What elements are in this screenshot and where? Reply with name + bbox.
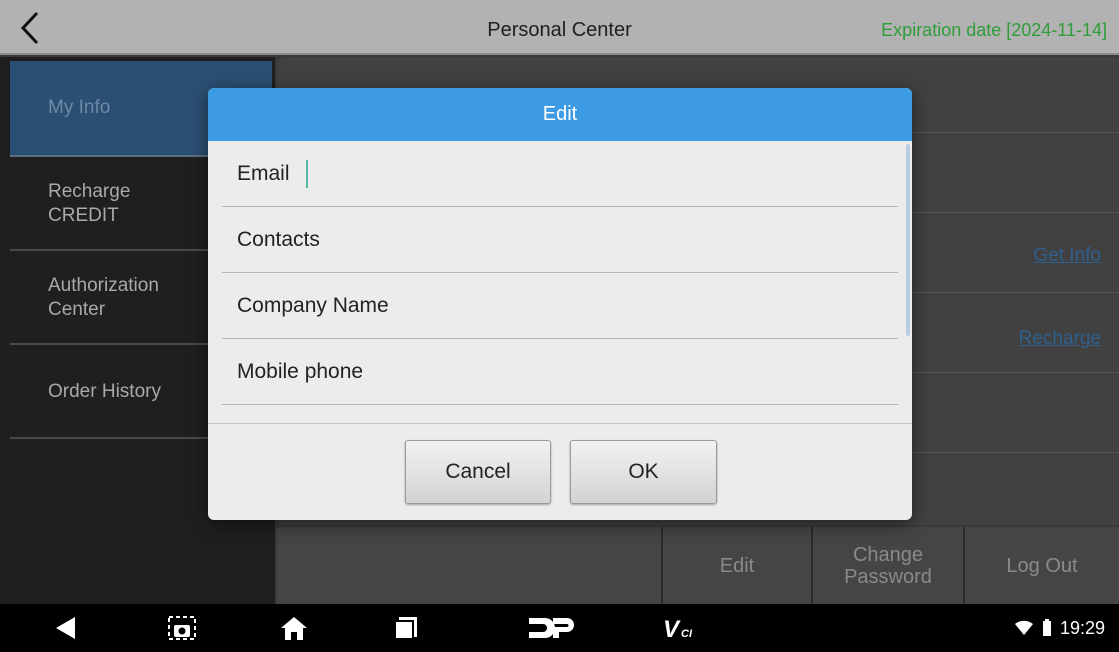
battery-icon — [1042, 619, 1051, 636]
action-bar: Edit Change Password Log Out — [277, 527, 1119, 604]
recent-apps-icon[interactable] — [384, 604, 428, 652]
clock: 19:29 — [1059, 617, 1105, 638]
company-name-field[interactable]: Company Name — [222, 273, 898, 339]
dialog-title: Edit — [208, 88, 912, 141]
recharge-link[interactable]: Recharge — [1019, 328, 1101, 350]
cancel-button[interactable]: Cancel — [405, 440, 551, 504]
text-cursor — [305, 159, 308, 188]
field-label: Company Name — [237, 293, 389, 317]
screen: Personal Center Expiration date [2024-11… — [0, 0, 1119, 652]
divider — [208, 423, 912, 424]
wifi-icon — [1014, 620, 1033, 635]
get-info-link[interactable]: Get Info — [1033, 245, 1101, 267]
email-field[interactable]: Email — [222, 141, 898, 207]
mobile-phone-field[interactable]: Mobile phone — [222, 339, 898, 405]
logout-button[interactable]: Log Out — [963, 527, 1119, 604]
back-triangle-icon[interactable] — [44, 604, 88, 652]
svg-text:V: V — [663, 616, 681, 641]
home-icon[interactable] — [272, 604, 316, 652]
edit-dialog: Edit Email Contacts Company Name Mobile … — [208, 88, 912, 520]
system-nav-bar: V CI 19:29 — [0, 604, 1119, 652]
dialog-scrollbar[interactable] — [906, 144, 910, 336]
contacts-field[interactable]: Contacts — [222, 207, 898, 273]
change-password-button[interactable]: Change Password — [811, 527, 963, 604]
sidebar-item-label: Recharge CREDIT — [48, 181, 131, 226]
dp-logo-icon[interactable] — [522, 604, 582, 652]
sidebar-item-label: Order History — [48, 381, 161, 402]
field-label: Contacts — [237, 227, 320, 251]
edit-button[interactable]: Edit — [661, 527, 811, 604]
status-area: 19:29 — [1014, 604, 1105, 652]
sidebar-item-label: Authorization Center — [48, 275, 159, 320]
field-label: Email — [237, 161, 290, 185]
screenshot-icon[interactable] — [160, 604, 204, 652]
expiration-date: Expiration date [2024-11-14] — [881, 20, 1107, 40]
svg-text:CI: CI — [681, 628, 693, 640]
title-bar: Personal Center Expiration date [2024-11… — [0, 0, 1119, 55]
ok-button[interactable]: OK — [570, 440, 717, 504]
field-label: Mobile phone — [237, 359, 364, 383]
vci-icon[interactable]: V CI — [656, 604, 706, 652]
sidebar-item-label: My Info — [48, 97, 111, 118]
dialog-field-list: Email Contacts Company Name Mobile phone — [208, 141, 912, 423]
